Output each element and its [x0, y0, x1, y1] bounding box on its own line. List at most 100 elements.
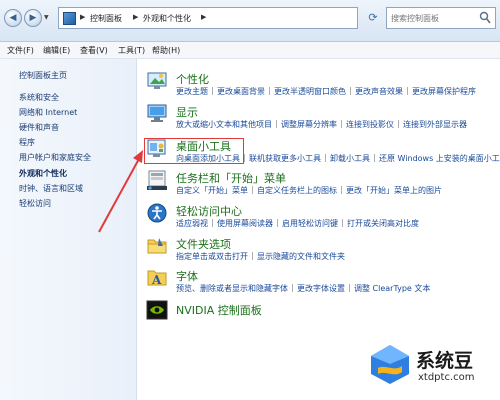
menu-bar: 文件(F) 编辑(E) 查看(V) 工具(T) 帮助(H): [0, 42, 500, 59]
link-change-start-picture[interactable]: 更改「开始」菜单上的图片: [346, 186, 442, 195]
search-icon[interactable]: [479, 11, 491, 25]
link-change-window-color[interactable]: 更改半透明窗口颜色: [274, 87, 346, 96]
category-title[interactable]: 个性化: [176, 71, 209, 87]
search-input[interactable]: [391, 11, 475, 25]
watermark-url: xtdptc.com: [418, 372, 475, 383]
link-change-screensaver[interactable]: 更改屏幕保护程序: [412, 87, 476, 96]
category-links: 适应弱视 使用屏幕阅读器 启用轻松访问键 打开或关闭高对比度: [176, 218, 419, 229]
highlight-box: [144, 138, 244, 164]
sidebar-item-system-security[interactable]: 系统和安全: [19, 92, 59, 103]
search-box[interactable]: [386, 7, 496, 29]
link-cleartype[interactable]: 调整 ClearType 文本: [354, 284, 430, 293]
breadcrumb-chevron-icon[interactable]: ▶: [201, 13, 206, 21]
sidebar-item-network[interactable]: 网络和 Internet: [19, 107, 77, 118]
link-separator: [374, 154, 375, 162]
link-separator: [341, 186, 342, 194]
link-get-more-gadgets[interactable]: 联机获取更多小工具: [249, 154, 321, 163]
link-connect-projector[interactable]: 连接到投影仪: [346, 120, 394, 129]
sidebar-home-link[interactable]: 控制面板主页: [19, 70, 67, 81]
category-title[interactable]: 任务栏和「开始」菜单: [176, 170, 286, 186]
breadcrumb-appearance[interactable]: 外观和个性化: [143, 13, 191, 24]
sidebar-item-programs[interactable]: 程序: [19, 137, 35, 148]
recent-pages-dropdown-icon[interactable]: ▼: [44, 14, 49, 21]
link-change-theme[interactable]: 更改主题: [176, 87, 208, 96]
menu-view[interactable]: 查看(V): [80, 45, 108, 56]
link-separator: [349, 284, 350, 292]
link-separator: [212, 219, 213, 227]
control-panel-window: ◀ ▶ ▼ ▶ 控制面板 ▶ 外观和个性化 ▶ ⟳ 文件(F) 编辑(E) 查看…: [0, 0, 500, 400]
sidebar-item-user-accounts[interactable]: 用户帐户和家庭安全: [19, 152, 91, 163]
link-preview-fonts[interactable]: 预览、删除或者显示和隐藏字体: [176, 284, 288, 293]
link-high-contrast[interactable]: 打开或关闭高对比度: [347, 219, 419, 228]
link-separator: [212, 87, 213, 95]
link-separator: [277, 219, 278, 227]
category-links: 更改主题 更改桌面背景 更改半透明窗口颜色 更改声音效果 更改屏幕保护程序: [176, 86, 476, 97]
link-restore-gadgets[interactable]: 还原 Windows 上安装的桌面小工具: [379, 154, 500, 163]
sidebar: 控制面板主页 系统和安全 网络和 Internet 硬件和声音 程序 用户帐户和…: [0, 59, 137, 400]
refresh-button[interactable]: ⟳: [364, 9, 382, 27]
link-separator: [325, 154, 326, 162]
menu-tools[interactable]: 工具(T): [118, 45, 145, 56]
watermark: 系统豆 xtdptc.com: [368, 342, 496, 394]
link-separator: [252, 186, 253, 194]
breadcrumb-control-panel[interactable]: 控制面板: [90, 13, 122, 24]
back-button[interactable]: ◀: [4, 9, 22, 27]
link-separator: [252, 252, 253, 260]
category-links: 预览、删除或者显示和隐藏字体 更改字体设置 调整 ClearType 文本: [176, 283, 430, 294]
category-title[interactable]: NVIDIA 控制面板: [176, 302, 262, 318]
link-separator: [407, 87, 408, 95]
link-separator: [350, 87, 351, 95]
link-separator: [244, 154, 245, 162]
menu-file[interactable]: 文件(F): [7, 45, 34, 56]
category-title[interactable]: 显示: [176, 104, 198, 120]
link-screen-resolution[interactable]: 调整屏幕分辨率: [281, 120, 337, 129]
link-uninstall-gadget[interactable]: 卸载小工具: [330, 154, 370, 163]
nvidia-icon: [146, 300, 168, 320]
taskbar-icon: [147, 170, 167, 190]
link-separator: [341, 120, 342, 128]
breadcrumb-chevron-icon[interactable]: ▶: [133, 13, 138, 21]
link-show-hidden-files[interactable]: 显示隐藏的文件和文件夹: [257, 252, 345, 261]
category-links: 指定单击或双击打开 显示隐藏的文件和文件夹: [176, 251, 345, 262]
sidebar-item-ease-of-access[interactable]: 轻松访问: [19, 198, 51, 209]
fonts-icon: A: [147, 270, 167, 287]
category-title[interactable]: 字体: [176, 268, 198, 284]
breadcrumb-chevron-icon[interactable]: ▶: [80, 13, 85, 21]
link-separator: [269, 87, 270, 95]
sidebar-item-appearance[interactable]: 外观和个性化: [19, 168, 67, 179]
sidebar-item-hardware-sound[interactable]: 硬件和声音: [19, 122, 59, 133]
link-external-display[interactable]: 连接到外部显示器: [403, 120, 467, 129]
link-separator: [398, 120, 399, 128]
sidebar-item-clock-region[interactable]: 时钟、语言和区域: [19, 183, 83, 194]
watermark-logo-icon: [371, 345, 409, 384]
link-screen-reader[interactable]: 使用屏幕阅读器: [217, 219, 273, 228]
link-customize-taskbar-icons[interactable]: 自定义任务栏上的图标: [257, 186, 337, 195]
display-icon: [147, 104, 167, 122]
link-zoom-text[interactable]: 放大或缩小文本和其他项目: [176, 120, 272, 129]
category-title[interactable]: 轻松访问中心: [176, 203, 242, 219]
menu-edit[interactable]: 编辑(E): [43, 45, 70, 56]
link-accessibility-keys[interactable]: 启用轻松访问键: [282, 219, 338, 228]
link-font-settings[interactable]: 更改字体设置: [297, 284, 345, 293]
breadcrumb[interactable]: ▶ 控制面板 ▶ 外观和个性化 ▶: [58, 7, 358, 29]
category-links: 放大或缩小文本和其他项目 调整屏幕分辨率 连接到投影仪 连接到外部显示器: [176, 119, 467, 130]
link-single-double-click[interactable]: 指定单击或双击打开: [176, 252, 248, 261]
personalization-icon: [147, 72, 167, 89]
control-panel-icon: [63, 12, 76, 25]
link-separator: [292, 284, 293, 292]
folder-icon: [147, 238, 167, 254]
link-separator: [342, 219, 343, 227]
watermark-brand: 系统豆: [416, 350, 474, 372]
address-toolbar: ◀ ▶ ▼ ▶ 控制面板 ▶ 外观和个性化 ▶ ⟳: [0, 0, 500, 42]
forward-button[interactable]: ▶: [24, 9, 42, 27]
link-separator: [276, 120, 277, 128]
menu-help[interactable]: 帮助(H): [152, 45, 180, 56]
svg-text:A: A: [151, 273, 162, 287]
link-customize-start-menu[interactable]: 自定义「开始」菜单: [176, 186, 248, 195]
link-low-vision[interactable]: 适应弱视: [176, 219, 208, 228]
category-links: 自定义「开始」菜单 自定义任务栏上的图标 更改「开始」菜单上的图片: [176, 185, 442, 196]
category-title[interactable]: 文件夹选项: [176, 236, 231, 252]
link-change-desktop-background[interactable]: 更改桌面背景: [217, 87, 265, 96]
ease-of-access-icon: [147, 203, 167, 223]
link-change-sound-effects[interactable]: 更改声音效果: [355, 87, 403, 96]
